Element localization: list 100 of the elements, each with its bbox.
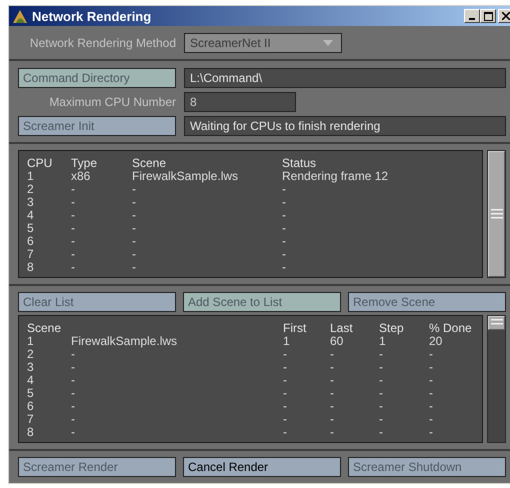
- table-cell-text: -: [330, 348, 335, 361]
- status-field: Waiting for CPUs to finish rendering: [184, 116, 506, 136]
- column-header: Type: [71, 157, 98, 170]
- table-cell-text: -: [429, 361, 434, 374]
- table-cell-text: -: [282, 183, 286, 196]
- table-cell-text: -: [71, 248, 76, 261]
- table-cell-text: 6: [27, 400, 35, 413]
- table-cell-text: -: [71, 374, 76, 387]
- table-cell-text: 8: [27, 261, 35, 274]
- table-cell-text: -: [429, 348, 434, 361]
- table-cell-text: -: [330, 426, 335, 439]
- column-header: Last: [330, 322, 354, 335]
- table-cell-text: 7: [27, 413, 35, 426]
- table-cell-text: -: [71, 196, 76, 209]
- column-header: Step: [379, 322, 405, 335]
- table-cell-text: -: [71, 387, 76, 400]
- table-cell-text: -: [71, 209, 76, 222]
- table-cell-text: -: [132, 261, 137, 274]
- column-header: Scene: [27, 322, 62, 335]
- grip-icon: [490, 209, 502, 219]
- table-cell-text: 4: [27, 209, 35, 222]
- table-cell-text: -: [379, 426, 384, 439]
- table-cell-text: -: [283, 361, 288, 374]
- close-button[interactable]: [498, 9, 510, 23]
- table-cell-text: -: [132, 248, 137, 261]
- table-cell-text: 2: [27, 348, 35, 361]
- table-cell-text: -: [429, 426, 434, 439]
- table-cell-text: -: [330, 413, 335, 426]
- table-cell-text: -: [429, 374, 434, 387]
- table-cell-text: -: [71, 348, 75, 361]
- maximize-icon: [484, 12, 492, 20]
- table-cell-text: 5: [27, 222, 35, 235]
- table-cell-text: -: [283, 387, 288, 400]
- table-cell-text: 8: [27, 426, 35, 439]
- table-cell-text: -: [282, 222, 287, 235]
- table-cell-text: -: [379, 348, 384, 361]
- table-cell-text: -: [379, 413, 384, 426]
- table-cell-text: -: [283, 374, 288, 387]
- table-cell-text: -: [283, 348, 288, 361]
- max-cpu-label: Maximum CPU Number: [48, 94, 176, 108]
- table-cell-text: 20: [429, 335, 444, 348]
- table-cell-text: FirewalkSample.lws: [132, 170, 240, 183]
- method-label: Network Rendering Method: [28, 36, 176, 50]
- table-cell-text: -: [379, 400, 384, 413]
- table-cell-text: 3: [27, 196, 35, 209]
- table-cell-text: -: [282, 248, 287, 261]
- table-cell-text: -: [71, 235, 76, 248]
- table-cell-text: -: [330, 361, 335, 374]
- column-header: CPU: [27, 157, 54, 170]
- maximize-button[interactable]: [480, 9, 496, 23]
- table-cell-text: 3: [27, 361, 35, 374]
- dropdown-arrow-icon: [323, 40, 333, 46]
- table-cell-text: -: [71, 426, 76, 439]
- table-cell-text: -: [429, 413, 434, 426]
- table-cell-text: FirewalkSample.lws: [71, 335, 178, 348]
- table-cell-text: -: [282, 196, 287, 209]
- table-cell-text: 5: [27, 387, 35, 400]
- scrollbar[interactable]: [487, 315, 506, 443]
- table-cell-text: -: [283, 400, 288, 413]
- table-cell-text: -: [282, 209, 287, 222]
- column-header: % Done: [429, 322, 473, 335]
- app-logo-icon: [12, 8, 28, 24]
- table-cell-text: -: [132, 235, 137, 248]
- table-cell-text: -: [379, 361, 384, 374]
- column-header: First: [283, 322, 308, 335]
- column-header: Status: [282, 157, 318, 170]
- table-cell-text: -: [71, 400, 76, 413]
- table-cell-text: -: [330, 387, 335, 400]
- table-cell-text: -: [379, 374, 384, 387]
- table-cell-text: -: [282, 235, 287, 248]
- path-field[interactable]: L:\Command\: [184, 68, 506, 88]
- scroll-thumb[interactable]: [488, 316, 505, 330]
- table-cell-text: 6: [27, 235, 35, 248]
- table-cell-text: 1: [27, 335, 35, 348]
- table-cell-text: -: [132, 183, 136, 196]
- table-cell-text: -: [283, 426, 288, 439]
- table-cell-text: 2: [27, 183, 35, 196]
- table-cell-text: -: [71, 261, 76, 274]
- minimize-button[interactable]: [464, 9, 480, 23]
- table-cell-text: -: [71, 361, 76, 374]
- table-cell-text: 60: [330, 335, 344, 348]
- table-cell-text: -: [132, 222, 137, 235]
- table-cell-text: -: [429, 400, 434, 413]
- grip-icon: [490, 319, 502, 327]
- table-cell-text: -: [283, 413, 288, 426]
- table-cell-text: 1: [283, 335, 291, 348]
- table-cell-text: -: [132, 196, 137, 209]
- close-icon: [502, 12, 510, 20]
- table-cell-text: 1: [379, 335, 386, 348]
- column-header: Scene: [132, 157, 168, 170]
- table-cell-text: -: [379, 387, 384, 400]
- table-cell-text: x86: [71, 170, 90, 183]
- table-cell-text: 1: [27, 170, 35, 183]
- table-cell-text: -: [429, 387, 434, 400]
- action-button[interactable]: Cancel Render: [183, 457, 341, 477]
- table-cell-text: -: [330, 400, 335, 413]
- table-cell-text: -: [330, 374, 335, 387]
- table-cell-text: 4: [27, 374, 35, 387]
- table-cell-text: -: [71, 183, 76, 196]
- table-cell-text: Rendering frame 12: [282, 170, 390, 183]
